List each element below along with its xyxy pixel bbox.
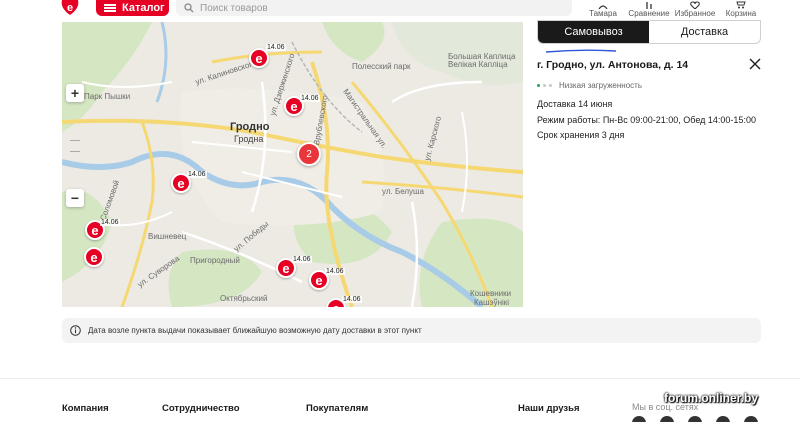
marker-date: 14.06 <box>300 95 320 102</box>
delivery-date: Доставка 14 июня <box>537 99 613 109</box>
heart-icon <box>690 1 700 9</box>
marker-date: 14.06 <box>187 171 207 178</box>
header-account[interactable]: Тамара <box>580 0 626 20</box>
load-dot <box>537 84 540 87</box>
map-label: Полесский парк <box>352 62 411 71</box>
working-hours: Режим работы: Пн-Вс 09:00-21:00, Обед 14… <box>537 115 756 125</box>
header-compare-label: Сравнение <box>628 9 670 18</box>
tab-delivery[interactable]: Доставка <box>649 21 760 43</box>
search-placeholder: Поиск товаров <box>200 2 268 14</box>
map-label: Кошевники <box>470 289 512 298</box>
map-label: ул. Белуша <box>382 187 424 196</box>
annotation-underline <box>545 49 617 53</box>
header-favorites[interactable]: Избранное <box>672 0 718 20</box>
city-label-alt: Гродна <box>234 134 264 144</box>
marker-date: 14.06 <box>342 296 362 303</box>
header-account-label: Тамара <box>589 9 617 18</box>
facebook-icon[interactable] <box>660 416 674 422</box>
close-icon[interactable] <box>748 57 762 71</box>
marker-date: 14.06 <box>292 256 312 263</box>
watermark: forum.onliner.by <box>664 391 759 405</box>
pickup-map[interactable]: Парк Пышки Полесский парк Большая Каплиц… <box>62 22 523 307</box>
map-label: Вишневец <box>148 232 187 241</box>
city-label: Гродно <box>230 121 270 133</box>
zoom-in-button[interactable]: + <box>66 84 84 102</box>
user-icon <box>598 5 608 9</box>
zoom-slider[interactable] <box>70 140 80 152</box>
menu-icon <box>104 4 116 12</box>
info-icon <box>70 325 81 336</box>
marker-date: 14.06 <box>100 219 120 226</box>
header-compare[interactable]: Сравнение <box>626 0 672 20</box>
pickup-marker[interactable]: e <box>84 247 104 267</box>
load-status: Низкая загруженность <box>559 81 642 90</box>
header-cart[interactable]: Корзина <box>718 0 764 20</box>
catalog-button[interactable]: Каталог <box>96 0 169 16</box>
page: e Каталог Поиск товаров Тамара Сравнение <box>0 0 800 422</box>
header-cart-label: Корзина <box>725 9 757 18</box>
map-label: Парк Пышки <box>84 92 131 101</box>
compare-icon <box>646 2 652 9</box>
footer-divider <box>0 378 800 379</box>
header-actions: Тамара Сравнение Избранное Корзина <box>580 0 764 20</box>
info-note: Дата возле пункта выдачи показывает ближ… <box>62 318 761 343</box>
marker-date: 14.06 <box>325 268 345 275</box>
footer-partnership[interactable]: Сотрудничество <box>162 403 240 414</box>
marker-date: 14.06 <box>266 44 286 51</box>
load-indicator: Низкая загруженность <box>537 81 642 90</box>
load-dot <box>549 84 552 87</box>
load-dot <box>543 84 546 87</box>
vk-icon[interactable] <box>688 416 702 422</box>
tab-pickup[interactable]: Самовывоз <box>538 21 649 43</box>
footer-buyers[interactable]: Покупателям <box>306 403 368 414</box>
catalog-label: Каталог <box>122 2 165 14</box>
footer-friends[interactable]: Наши друзья <box>518 403 580 414</box>
footer-company[interactable]: Компания <box>62 403 109 414</box>
map-label: Октябрьский <box>220 294 268 303</box>
telegram-icon[interactable] <box>716 416 730 422</box>
marker-cluster[interactable]: 2 <box>297 142 321 166</box>
header-favorites-label: Избранное <box>674 9 716 18</box>
info-note-text: Дата возле пункта выдачи показывает ближ… <box>88 326 422 335</box>
youtube-icon[interactable] <box>744 416 758 422</box>
search-icon <box>184 3 194 13</box>
top-header: e Каталог Поиск товаров Тамара Сравнение <box>0 0 800 22</box>
map-label: Кашэўнікі <box>474 298 510 307</box>
zoom-out-button[interactable]: − <box>66 189 84 207</box>
pickup-address: г. Гродно, ул. Антонова, д. 14 <box>537 59 689 71</box>
map-label: Пригородный <box>190 256 240 265</box>
cart-icon <box>736 1 746 9</box>
instagram-icon[interactable] <box>632 416 646 422</box>
svg-text:e: e <box>67 2 73 14</box>
pickup-marker[interactable]: e <box>249 48 269 68</box>
delivery-tabs: Самовывоз Доставка <box>537 20 761 44</box>
map-label: Велікая Капліца <box>448 60 508 69</box>
site-logo[interactable]: e <box>58 0 82 18</box>
storage-period: Срок хранения 3 дня <box>537 130 625 140</box>
search-input[interactable]: Поиск товаров <box>176 0 572 16</box>
